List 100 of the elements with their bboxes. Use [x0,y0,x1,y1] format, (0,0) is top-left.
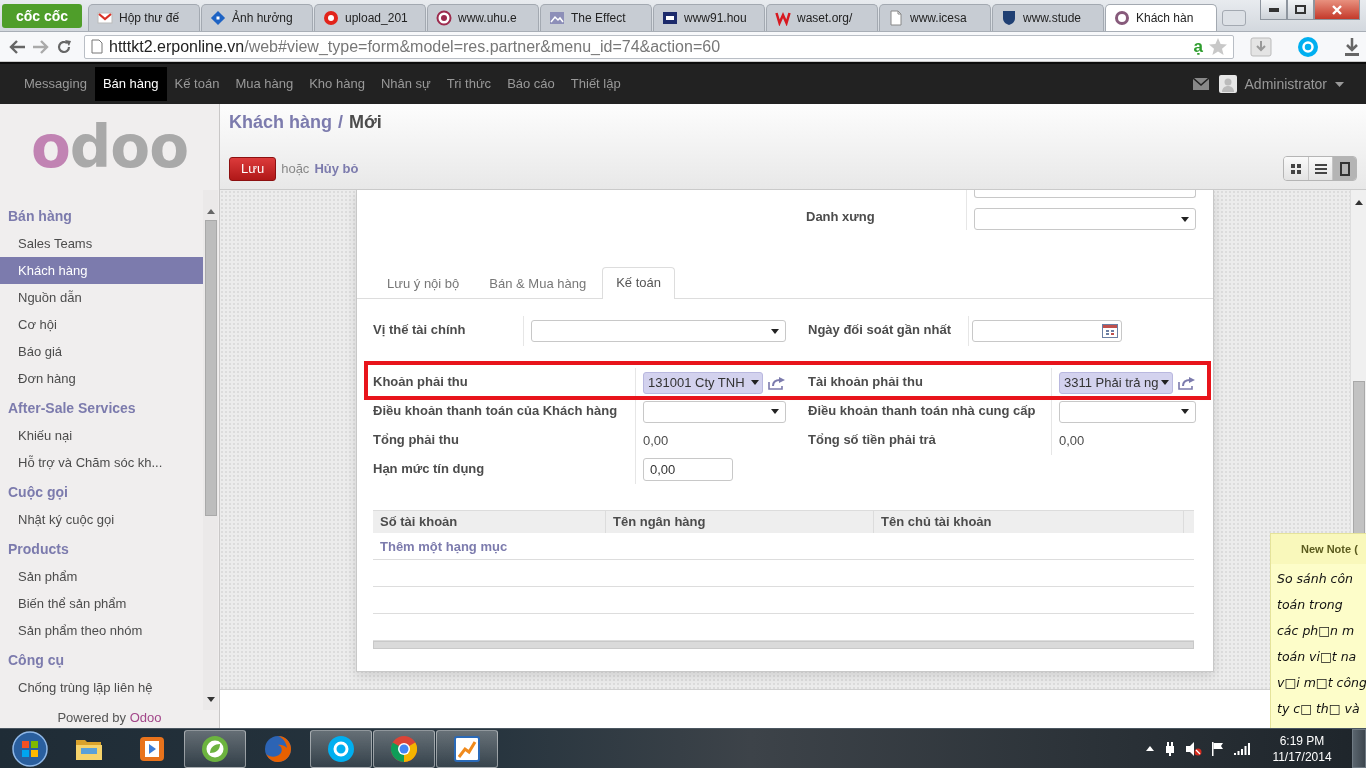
picture-icon [549,10,565,26]
menu-item[interactable]: Mua hàng [227,67,302,101]
sidebar-item[interactable]: Nguồn dẫn [0,284,203,311]
record-select-field[interactable]: 3311 Phải trả ng [1059,371,1173,394]
taskbar-app[interactable] [436,729,498,768]
menu-item[interactable]: Nhân sự [372,67,439,101]
sidebar-item[interactable]: Biến thể sản phẩm [0,590,203,617]
menu-item[interactable]: Messaging [16,67,95,101]
browser-tab[interactable]: www.stude [992,4,1104,31]
address-bar[interactable]: htttkt2.erponline.vn/web#view_type=form&model=res.partner&menu_id=74&action=60 ạ [84,34,1234,59]
taskbar-app[interactable] [373,729,435,768]
section-heading: After-Sale Services [7,399,137,418]
scrollbar[interactable] [1350,190,1366,533]
breadcrumb-link[interactable]: Khách hàng [229,111,332,133]
scrollbar[interactable] [203,190,218,710]
record-select-field[interactable]: 131001 Cty TNH [643,371,763,394]
sidebar-item[interactable]: Chống trùng lặp liên hệ [0,674,203,701]
sidebar-item[interactable]: Cơ hội [0,311,203,338]
date-field[interactable] [972,320,1122,342]
user-menu[interactable]: Administrator [1218,75,1344,93]
browser-tab[interactable]: www91.hou [653,4,765,31]
sidebar-item[interactable]: Hỗ trợ và Chăm sóc kh... [0,449,203,476]
minimize-button[interactable] [1260,0,1287,20]
form-tab[interactable]: Lưu ý nội bộ [373,268,474,299]
signal-icon[interactable] [1234,742,1250,755]
plug-icon[interactable] [1164,741,1176,756]
envelope-icon[interactable] [1192,78,1209,90]
browser-tab[interactable]: Khách hàn [1105,4,1217,31]
sidebar-item[interactable]: Khách hàng [0,257,203,284]
browser-tab[interactable]: waset.org/ [766,4,878,31]
field-label: Danh xưng [806,209,875,224]
back-icon[interactable] [8,38,26,55]
input-field[interactable]: 0,00 [643,458,733,481]
clock-time[interactable]: 6:19 PM [1279,732,1325,749]
close-button[interactable] [1314,0,1360,20]
menu-item[interactable]: Bán hàng [94,67,167,101]
menu-item[interactable]: Kho hàng [301,67,373,101]
muted-speaker-icon[interactable] [1186,741,1202,756]
maximize-button[interactable] [1287,0,1314,20]
select-field[interactable] [1059,400,1196,423]
browser-tab[interactable]: www.uhu.e [427,4,539,31]
share-arrow-icon[interactable] [1178,375,1196,390]
sidebar-item[interactable]: Đơn hàng [0,365,203,392]
note-line: toán trong [1277,596,1344,614]
reload-icon[interactable] [56,38,72,55]
avatar-icon [1218,75,1237,93]
sidebar-item[interactable]: Khiếu nại [0,422,203,449]
clock-date[interactable]: 11/17/2014 [1272,748,1332,765]
field-label: Tổng số tiền phải trả [808,432,936,447]
form-tab[interactable]: Bán & Mua hàng [475,268,601,299]
star-icon[interactable] [1209,38,1227,55]
select-field[interactable] [974,208,1196,230]
circle-logo-icon[interactable] [1298,36,1318,57]
share-arrow-icon[interactable] [768,375,786,390]
field-label: Tài khoản phải thu [808,374,923,389]
view-switch-button[interactable] [1284,157,1308,180]
view-switch-button[interactable] [1308,157,1332,180]
grid-icon [1291,163,1301,174]
menu-item[interactable]: Thiết lập [562,67,629,101]
orb-icon [12,730,48,767]
browser-tab[interactable]: upload_201 [314,4,426,31]
download-icon[interactable] [1344,37,1360,56]
menu-item[interactable]: Kế toán [166,67,228,101]
tray-download-icon[interactable] [1250,36,1272,57]
column-header[interactable]: Tên ngân hàng [606,511,874,533]
menu-item[interactable]: Báo cáo [499,67,563,101]
select-field[interactable] [531,320,786,342]
taskbar-app[interactable] [310,729,372,768]
browser-tab[interactable]: Hộp thư đế [88,4,200,31]
add-line-link[interactable]: Thêm một hạng mục [380,538,508,554]
scrollbar-thumb[interactable] [1352,381,1365,533]
input-field[interactable] [974,190,1196,198]
field-label: Khoản phải thu [373,374,468,389]
flag-icon[interactable] [1212,741,1224,756]
browser-tab[interactable]: Ảnh hưởng [201,4,313,31]
scrollbar-thumb[interactable] [204,220,217,516]
column-header[interactable]: Tên chủ tài khoản [874,511,1184,533]
browser-tab[interactable]: The Effect [540,4,652,31]
sidebar-item[interactable]: Nhật ký cuộc gọi [0,506,203,533]
view-switch-button[interactable] [1332,157,1356,180]
sidebar-item[interactable]: Sản phẩm theo nhóm [0,617,203,644]
play-icon [140,736,164,761]
powered-by-text: Powered by Odoo [56,710,163,727]
taskbar-app[interactable] [184,729,246,768]
sidebar-item[interactable]: Sản phẩm [0,563,203,590]
caret-up-icon[interactable] [1146,746,1154,751]
save-button[interactable]: Lưu [229,156,277,181]
form-tab[interactable]: Kế toán [602,267,675,299]
extension-badge[interactable]: ạ [1193,37,1203,56]
leaf-icon [202,735,228,762]
sidebar-item[interactable]: Sales Teams [0,230,203,257]
column-header[interactable]: Số tài khoản [373,511,606,533]
wheel-icon [391,735,417,762]
maximize-icon [1295,5,1306,14]
sidebar-item[interactable]: Báo giá [0,338,203,365]
browser-tab[interactable]: www.icesa [879,4,991,31]
caret-icon [1181,409,1189,414]
select-field[interactable] [643,400,786,423]
menu-item[interactable]: Tri thức [438,67,500,101]
odoo-link[interactable]: Odoo [129,710,162,725]
